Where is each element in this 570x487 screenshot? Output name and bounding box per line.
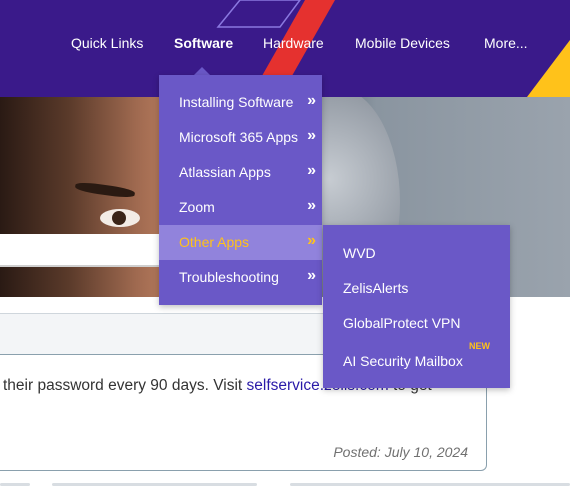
nav-more[interactable]: More...	[484, 35, 528, 51]
nav-mobile-devices[interactable]: Mobile Devices	[355, 35, 450, 51]
menu-item-label: Other Apps	[179, 234, 250, 250]
submenu-item-ai-security-mailbox[interactable]: AI Security Mailbox NEW	[323, 341, 510, 379]
submenu-arrow-icon: »	[307, 197, 316, 214]
nav-software[interactable]: Software	[174, 35, 233, 51]
nav-quick-links[interactable]: Quick Links	[71, 35, 143, 51]
submenu-arrow-icon: »	[307, 127, 316, 144]
other-apps-submenu: WVD ZelisAlerts GlobalProtect VPN AI Sec…	[323, 225, 510, 388]
submenu-item-globalprotect-vpn[interactable]: GlobalProtect VPN	[323, 306, 510, 341]
menu-item-troubleshooting[interactable]: Troubleshooting »	[159, 260, 322, 295]
menu-item-label: ZelisAlerts	[343, 280, 409, 296]
submenu-item-zelisalerts[interactable]: ZelisAlerts	[323, 271, 510, 306]
submenu-arrow-icon: »	[307, 232, 316, 249]
notice-text-before: their password every 90 days. Visit	[3, 377, 247, 394]
menu-item-label: Microsoft 365 Apps	[179, 129, 299, 145]
main-nav: Quick Links Software Hardware Mobile Dev…	[0, 35, 570, 55]
menu-item-zoom[interactable]: Zoom »	[159, 190, 322, 225]
menu-item-microsoft-365-apps[interactable]: Microsoft 365 Apps »	[159, 120, 322, 155]
new-badge: NEW	[469, 341, 490, 351]
submenu-item-wvd[interactable]: WVD	[323, 236, 510, 271]
submenu-arrow-icon: »	[307, 267, 316, 284]
nav-hardware[interactable]: Hardware	[263, 35, 324, 51]
menu-item-label: Troubleshooting	[179, 269, 279, 285]
menu-item-label: GlobalProtect VPN	[343, 315, 461, 331]
menu-item-label: Installing Software	[179, 94, 294, 110]
divider	[52, 483, 257, 486]
menu-item-installing-software[interactable]: Installing Software »	[159, 85, 322, 120]
menu-item-other-apps[interactable]: Other Apps »	[159, 225, 322, 260]
posted-date: Posted: July 10, 2024	[333, 444, 468, 460]
divider	[0, 483, 30, 486]
outline-parallelogram-decoration	[216, 0, 301, 28]
menu-item-atlassian-apps[interactable]: Atlassian Apps »	[159, 155, 322, 190]
software-dropdown-menu: Installing Software » Microsoft 365 Apps…	[159, 75, 322, 305]
hero-face-detail	[100, 209, 140, 227]
submenu-arrow-icon: »	[307, 162, 316, 179]
menu-item-label: AI Security Mailbox	[343, 353, 463, 369]
submenu-arrow-icon: »	[307, 92, 316, 109]
menu-item-label: Zoom	[179, 199, 215, 215]
divider	[290, 483, 570, 486]
hero-face-detail	[74, 180, 136, 200]
menu-item-label: Atlassian Apps	[179, 164, 271, 180]
menu-caret-icon	[194, 67, 210, 75]
menu-item-label: WVD	[343, 245, 376, 261]
